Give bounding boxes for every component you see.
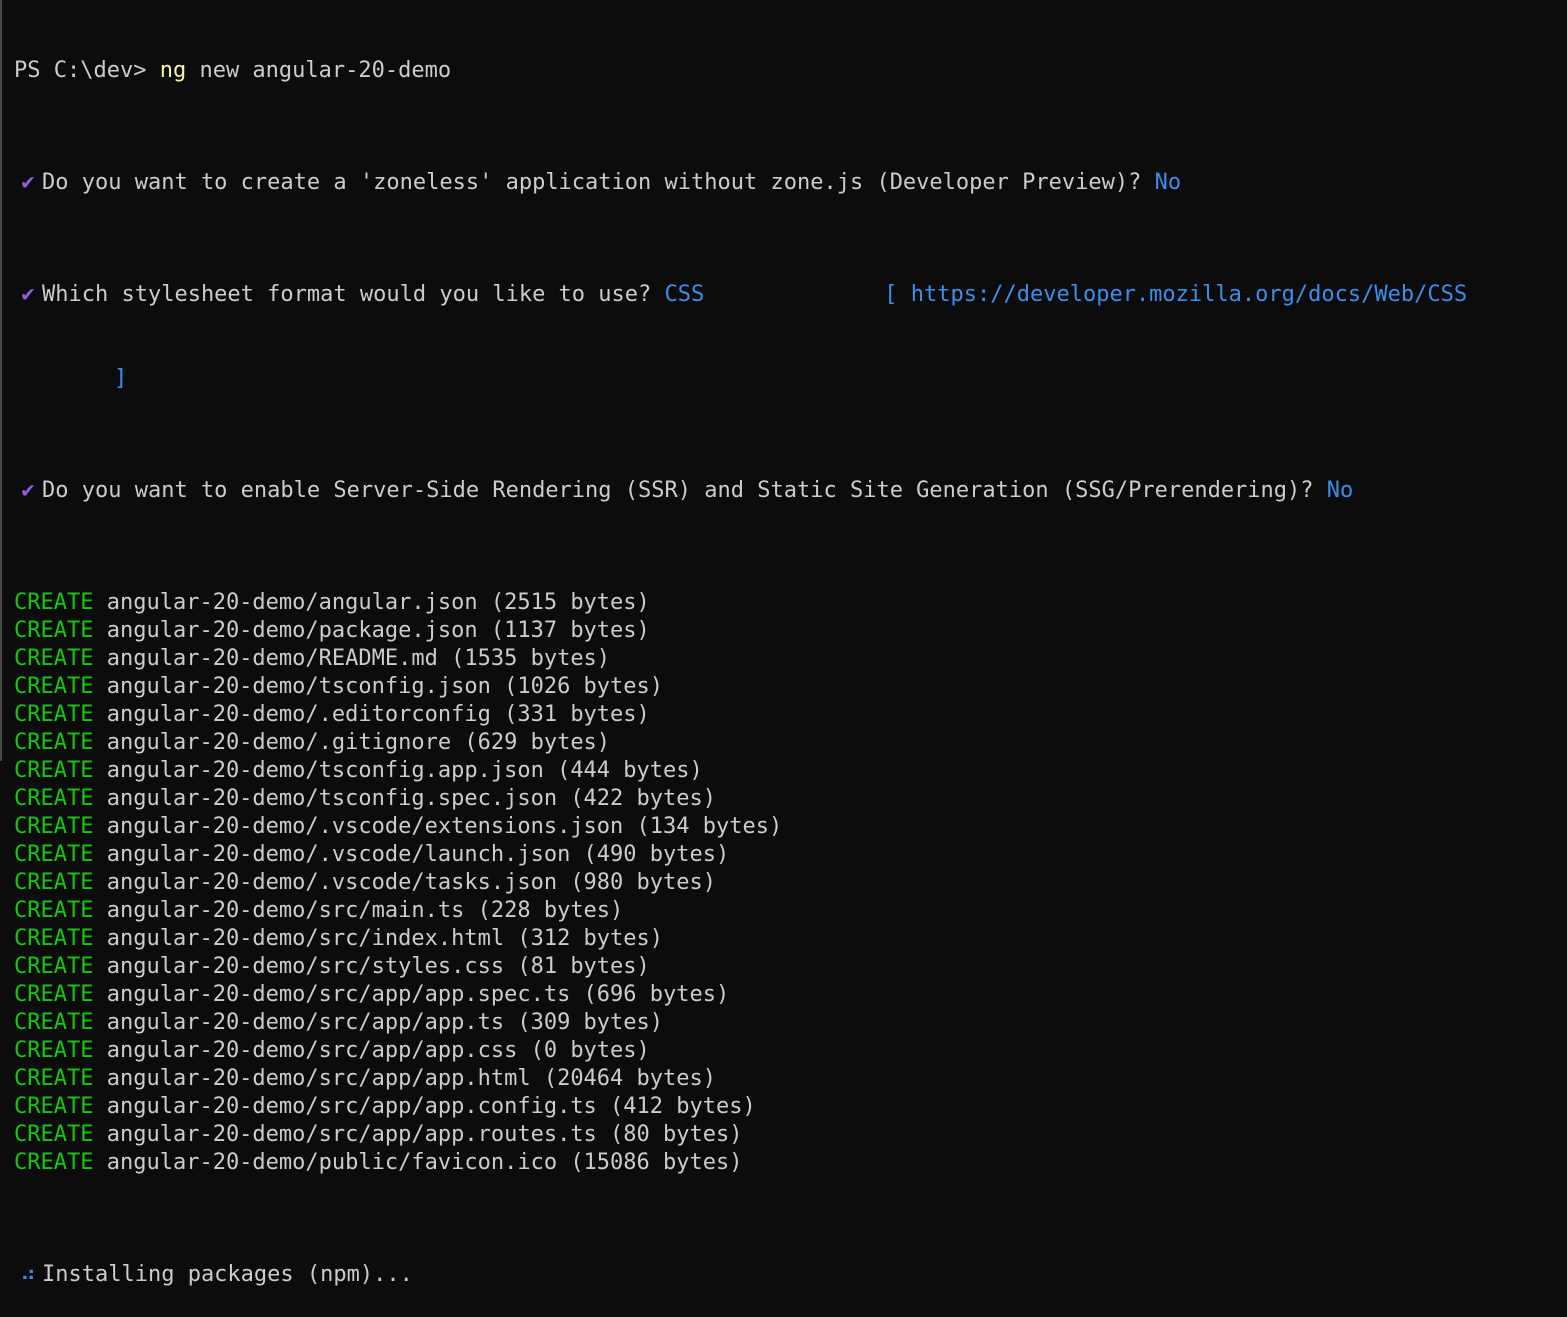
question-line: ✔ Which stylesheet format would you like …: [14, 281, 1567, 309]
create-label: CREATE: [14, 1038, 94, 1063]
create-label: CREATE: [14, 1122, 94, 1147]
create-line: CREATE angular-20-demo/src/index.html (3…: [14, 925, 1567, 953]
created-file-path: angular-20-demo/.vscode/tasks.json (980 …: [106, 870, 717, 895]
checkmark-icon: ✔: [21, 282, 35, 307]
create-line: CREATE angular-20-demo/tsconfig.spec.jso…: [14, 785, 1567, 813]
create-line: CREATE angular-20-demo/.vscode/extension…: [14, 813, 1567, 841]
create-label: CREATE: [14, 1010, 94, 1035]
created-file-path: angular-20-demo/src/app/app.routes.ts (8…: [106, 1122, 743, 1147]
create-label: CREATE: [14, 702, 94, 727]
created-file-path: angular-20-demo/.vscode/extensions.json …: [106, 814, 783, 839]
status-text: Installing packages (npm)...: [42, 1262, 413, 1287]
created-file-path: angular-20-demo/.editorconfig (331 bytes…: [106, 702, 650, 727]
created-file-path: angular-20-demo/src/app/app.html (20464 …: [106, 1066, 717, 1091]
create-line: CREATE angular-20-demo/.editorconfig (33…: [14, 701, 1567, 729]
created-file-path: angular-20-demo/tsconfig.json (1026 byte…: [106, 674, 664, 699]
question-answer: No: [1154, 170, 1182, 195]
create-line: CREATE angular-20-demo/src/main.ts (228 …: [14, 897, 1567, 925]
create-label: CREATE: [14, 982, 94, 1007]
create-label: CREATE: [14, 646, 94, 671]
created-file-path: angular-20-demo/src/app/app.ts (309 byte…: [106, 1010, 664, 1035]
status-line: ⠴ Installing packages (npm)...: [14, 1261, 1567, 1289]
created-file-path: angular-20-demo/src/app/app.config.ts (4…: [106, 1094, 756, 1119]
command-name: ng: [159, 58, 187, 83]
create-line: CREATE angular-20-demo/.gitignore (629 b…: [14, 729, 1567, 757]
created-file-path: angular-20-demo/tsconfig.app.json (444 b…: [106, 758, 703, 783]
create-line: CREATE angular-20-demo/README.md (1535 b…: [14, 645, 1567, 673]
question-line: ✔ Do you want to enable Server-Side Rende…: [14, 477, 1567, 505]
create-line: CREATE angular-20-demo/src/app/app.route…: [14, 1121, 1567, 1149]
create-label: CREATE: [14, 758, 94, 783]
create-label: CREATE: [14, 1094, 94, 1119]
created-file-path: angular-20-demo/src/app/app.css (0 bytes…: [106, 1038, 650, 1063]
question-answer: No: [1326, 478, 1354, 503]
create-label: CREATE: [14, 842, 94, 867]
created-file-path: angular-20-demo/package.json (1137 bytes…: [106, 618, 650, 643]
create-label: CREATE: [14, 870, 94, 895]
create-line: CREATE angular-20-demo/src/styles.css (8…: [14, 953, 1567, 981]
create-line: CREATE angular-20-demo/.vscode/tasks.jso…: [14, 869, 1567, 897]
created-file-path: angular-20-demo/.vscode/launch.json (490…: [106, 842, 730, 867]
create-line: CREATE angular-20-demo/src/app/app.confi…: [14, 1093, 1567, 1121]
created-file-path: angular-20-demo/src/index.html (312 byte…: [106, 926, 664, 951]
created-file-path: angular-20-demo/.gitignore (629 bytes): [106, 730, 611, 755]
question-text: Do you want to create a 'zoneless' appli…: [42, 170, 1155, 195]
create-line: CREATE angular-20-demo/angular.json (251…: [14, 589, 1567, 617]
created-file-path: angular-20-demo/tsconfig.spec.json (422 …: [106, 786, 717, 811]
checkmark-icon: ✔: [21, 478, 35, 503]
create-label: CREATE: [14, 926, 94, 951]
prompt-text: PS C:\dev>: [14, 58, 160, 83]
create-line: CREATE angular-20-demo/src/app/app.ts (3…: [14, 1009, 1567, 1037]
create-label: CREATE: [14, 898, 94, 923]
prompt-line: PS C:\dev> ng new angular-20-demo: [14, 57, 1567, 85]
command-args: new angular-20-demo: [186, 58, 452, 83]
create-label: CREATE: [14, 618, 94, 643]
spinner-icon: ⠴: [19, 1262, 37, 1287]
checkmark-icon: ✔: [21, 170, 35, 195]
created-file-path: angular-20-demo/src/styles.css (81 bytes…: [106, 954, 650, 979]
create-line: CREATE angular-20-demo/package.json (113…: [14, 617, 1567, 645]
create-line: CREATE angular-20-demo/src/app/app.spec.…: [14, 981, 1567, 1009]
question-text: Do you want to enable Server-Side Render…: [42, 478, 1327, 503]
create-line: CREATE angular-20-demo/.vscode/launch.js…: [14, 841, 1567, 869]
create-line: CREATE angular-20-demo/tsconfig.app.json…: [14, 757, 1567, 785]
created-file-path: angular-20-demo/angular.json (2515 bytes…: [106, 590, 650, 615]
create-label: CREATE: [14, 1066, 94, 1091]
create-label: CREATE: [14, 590, 94, 615]
created-files-list: CREATE angular-20-demo/angular.json (251…: [14, 589, 1567, 1177]
created-file-path: angular-20-demo/src/main.ts (228 bytes): [106, 898, 624, 923]
create-line: CREATE angular-20-demo/src/app/app.css (…: [14, 1037, 1567, 1065]
create-label: CREATE: [14, 786, 94, 811]
question-line: ✔ Do you want to create a 'zoneless' appl…: [14, 169, 1567, 197]
create-label: CREATE: [14, 1150, 94, 1175]
create-label: CREATE: [14, 814, 94, 839]
create-line: CREATE angular-20-demo/src/app/app.html …: [14, 1065, 1567, 1093]
terminal-output[interactable]: PS C:\dev> ng new angular-20-demo ✔ Do yo…: [0, 0, 1567, 1287]
create-line: CREATE angular-20-demo/public/favicon.ic…: [14, 1149, 1567, 1177]
created-file-path: angular-20-demo/src/app/app.spec.ts (696…: [106, 982, 730, 1007]
question-text: Which stylesheet format would you like t…: [42, 282, 665, 307]
create-line: CREATE angular-20-demo/tsconfig.json (10…: [14, 673, 1567, 701]
docs-link[interactable]: [ https://developer.mozilla.org/docs/Web…: [884, 282, 1467, 307]
create-label: CREATE: [14, 954, 94, 979]
create-label: CREATE: [14, 674, 94, 699]
created-file-path: angular-20-demo/README.md (1535 bytes): [106, 646, 611, 671]
question-answer: CSS: [664, 282, 705, 307]
docs-link-continuation: ]: [114, 366, 128, 391]
create-label: CREATE: [14, 730, 94, 755]
created-file-path: angular-20-demo/public/favicon.ico (1508…: [106, 1150, 743, 1175]
